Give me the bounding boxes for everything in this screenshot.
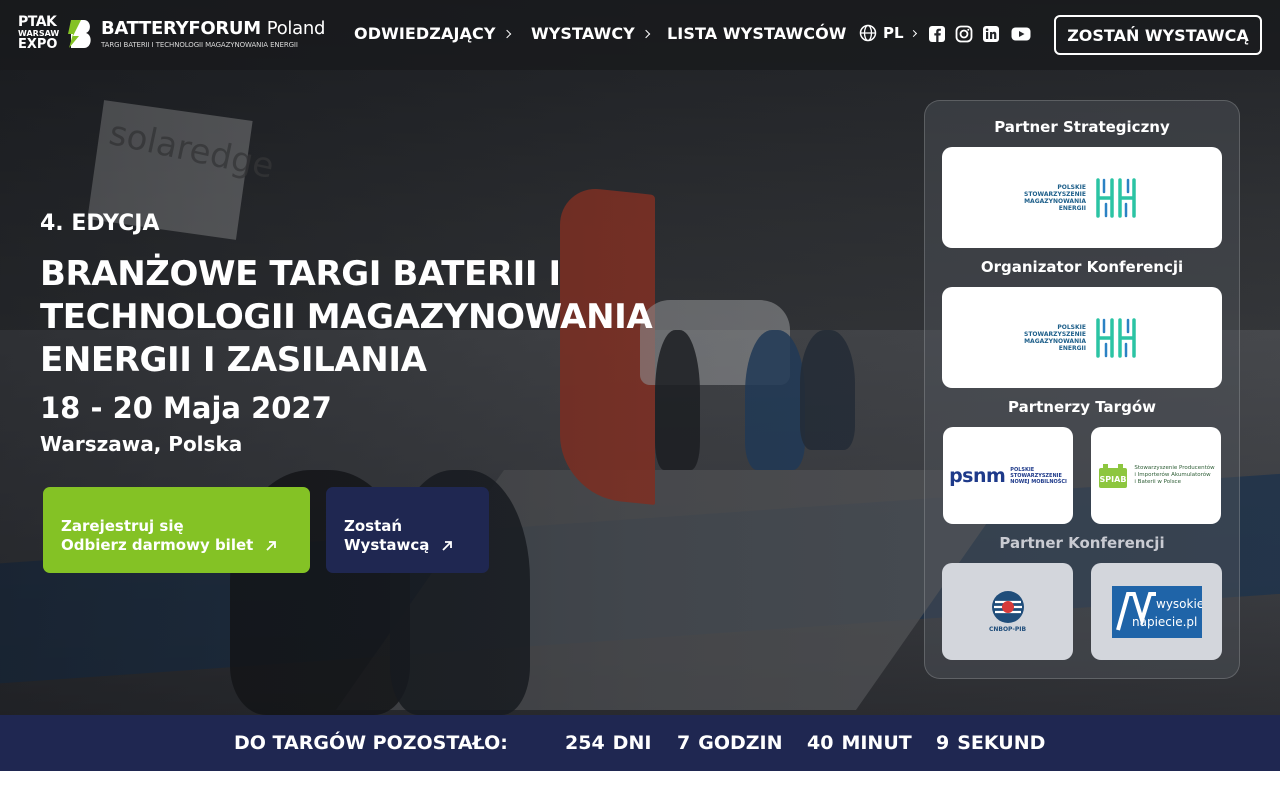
- pse-organizer-logo-card[interactable]: POLSKIE STOWARZYSZENIE MAGAZYNOWANIA ENE…: [942, 287, 1222, 388]
- spiab-logo-card[interactable]: SPIAB Stowarzyszenie Producentów i Impor…: [1091, 427, 1221, 524]
- logo-line: ENERGII: [1058, 344, 1086, 352]
- ptak-logo-text: EXPO: [18, 37, 58, 52]
- countdown-unit: SEKUND: [957, 732, 1046, 754]
- page: solaredge PTAK WARSAW EXPO BATTERYFORUM …: [0, 0, 1280, 800]
- logo-line: STOWARZYSZENIE: [1024, 190, 1086, 198]
- chevron-right-icon: [502, 29, 511, 38]
- fair-partners-heading: Partnerzy Targów: [1008, 398, 1156, 416]
- nav-odwiedzajacy[interactable]: ODWIEDZAJĄCY: [354, 24, 511, 43]
- pse-logo-text: POLSKIE STOWARZYSZENIE MAGAZYNOWANIA ENE…: [1024, 324, 1086, 352]
- countdown-value: 7: [677, 732, 691, 754]
- psnm-logo-subtext: POLSKIE STOWARZYSZENIE NOWEJ MOBILNOŚCI: [1010, 467, 1067, 485]
- brand-country: Poland: [266, 18, 326, 39]
- countdown-value: 9: [936, 732, 950, 754]
- arrow-up-right-icon: [442, 540, 453, 551]
- countdown-seconds: 9 SEKUND: [936, 732, 1045, 754]
- button-label: Wystawcą: [344, 536, 430, 554]
- button-label: Zarejestruj się: [61, 517, 184, 535]
- globe-icon: [859, 24, 877, 42]
- nav-wystawcy[interactable]: WYSTAWCY: [531, 24, 651, 43]
- strategic-partner-heading: Partner Strategiczny: [994, 118, 1170, 136]
- event-location: Warszawa, Polska: [40, 432, 243, 456]
- countdown-value: 254: [565, 732, 605, 754]
- logo-line: POLSKIE: [1057, 183, 1086, 191]
- language-label: PL: [883, 24, 904, 42]
- language-switcher[interactable]: PL: [859, 24, 917, 42]
- nav-label: WYSTAWCY: [531, 24, 635, 43]
- pse-logo-card[interactable]: POLSKIE STOWARZYSZENIE MAGAZYNOWANIA ENE…: [942, 147, 1222, 248]
- cnbop-emblem-icon: [991, 591, 1024, 623]
- nav-lista-wystawcow[interactable]: LISTA WYSTAWCÓW: [667, 24, 847, 43]
- psnm-logo-card[interactable]: psnm POLSKIE STOWARZYSZENIE NOWEJ MOBILN…: [943, 427, 1073, 524]
- logo-line: i Importerów Akumulatorów: [1134, 472, 1211, 478]
- spiab-logo-text: SPIAB: [1100, 475, 1127, 484]
- become-exhibitor-hero-button[interactable]: Zostań Wystawcą: [326, 487, 489, 573]
- top-nav: PTAK WARSAW EXPO BATTERYFORUM Poland TAR…: [0, 0, 1280, 70]
- logo-line: STOWARZYSZENIE: [1010, 472, 1062, 479]
- title-line: ENERGII I ZASILANIA: [40, 340, 427, 380]
- spiab-battery-icon: SPIAB: [1099, 463, 1128, 488]
- nav-label: ODWIEDZAJĄCY: [354, 24, 496, 43]
- logo-line: POLSKIE: [1057, 323, 1086, 331]
- nav-label: LISTA WYSTAWCÓW: [667, 24, 847, 43]
- event-dates: 18 - 20 Maja 2027: [40, 391, 332, 425]
- chevron-right-icon: [909, 29, 917, 37]
- edition-label: 4. EDYCJA: [40, 211, 160, 236]
- countdown-unit: GODZIN: [698, 732, 783, 754]
- youtube-icon[interactable]: [1011, 25, 1031, 43]
- conference-organizer-heading: Organizator Konferencji: [980, 258, 1184, 276]
- countdown-unit: DNI: [612, 732, 652, 754]
- logo-line: NOWEJ MOBILNOŚCI: [1010, 478, 1067, 485]
- ptak-logo-text: PTAK: [18, 14, 57, 30]
- arrow-up-right-icon: [266, 540, 277, 551]
- register-ticket-button[interactable]: Zarejestruj się Odbierz darmowy bilet: [43, 487, 310, 573]
- spiab-logo-subtext: Stowarzyszenie Producentów i Importerów …: [1134, 465, 1214, 486]
- conference-partner-heading: Partner Konferencji: [999, 534, 1165, 552]
- logo-line: Stowarzyszenie Producentów: [1134, 465, 1215, 471]
- page-below-fold: [0, 771, 1280, 800]
- brand-tagline: TARGI BATERII I TECHNOLOGII MAGAZYNOWANI…: [101, 41, 298, 49]
- wysokie-napiecie-logo-card[interactable]: wysokie napiecie.pl: [1091, 563, 1222, 660]
- pse-logo-text: POLSKIE STOWARZYSZENIE MAGAZYNOWANIA ENE…: [1024, 184, 1086, 212]
- logo-line: STOWARZYSZENIE: [1024, 330, 1086, 338]
- instagram-icon[interactable]: [955, 25, 973, 43]
- countdown-bar: DO TARGÓW POZOSTAŁO: 254 DNI 7 GODZIN 40 MI…: [0, 715, 1280, 771]
- pse-mark-icon: [1096, 317, 1136, 358]
- facebook-icon[interactable]: [928, 25, 946, 43]
- countdown-unit: MINUT: [841, 732, 912, 754]
- logo-line: MAGAZYNOWANIA: [1024, 197, 1086, 205]
- page-title: BRANŻOWE TARGI BATERII I TECHNOLOGII MAG…: [40, 253, 720, 382]
- logo-line: ENERGII: [1058, 204, 1086, 212]
- button-label: Odbierz darmowy bilet: [61, 536, 254, 554]
- wysokie-logo-text: wysokie: [1156, 597, 1202, 611]
- countdown-value: 40: [807, 732, 834, 754]
- psnm-logo-text: psnm: [949, 464, 1006, 487]
- wysokie-napiecie-logo-icon: wysokie napiecie.pl: [1111, 585, 1202, 638]
- countdown-label: DO TARGÓW POZOSTAŁO:: [234, 732, 508, 754]
- logo-line: i Baterii w Polsce: [1134, 479, 1181, 485]
- button-label: Zostań: [344, 517, 403, 535]
- cnbop-logo-text: CNBOP-PIB: [988, 626, 1027, 633]
- become-exhibitor-button[interactable]: ZOSTAŃ WYSTAWCĄ: [1054, 15, 1262, 55]
- chevron-right-icon: [641, 29, 651, 38]
- countdown-hours: 7 GODZIN: [677, 732, 783, 754]
- battery-forum-logo[interactable]: BATTERYFORUM Poland TARGI BATERII I TECH…: [101, 18, 325, 49]
- countdown-days: 254 DNI: [565, 732, 651, 754]
- battery-forum-b-icon: [68, 20, 91, 48]
- ptak-logo[interactable]: PTAK WARSAW EXPO: [18, 14, 60, 52]
- logo-line: MAGAZYNOWANIA: [1024, 337, 1086, 345]
- cnbop-logo-card[interactable]: CNBOP-PIB: [942, 563, 1073, 660]
- linkedin-icon[interactable]: [982, 25, 1000, 43]
- countdown-minutes: 40 MINUT: [807, 732, 912, 754]
- napiecie-logo-text: napiecie.pl: [1132, 615, 1197, 629]
- title-line: TECHNOLOGII MAGAZYNOWANIA: [40, 297, 653, 337]
- pse-mark-icon: [1096, 177, 1136, 218]
- brand-name: BATTERYFORUM: [101, 18, 261, 39]
- title-line: BRANŻOWE TARGI BATERII I: [40, 254, 561, 294]
